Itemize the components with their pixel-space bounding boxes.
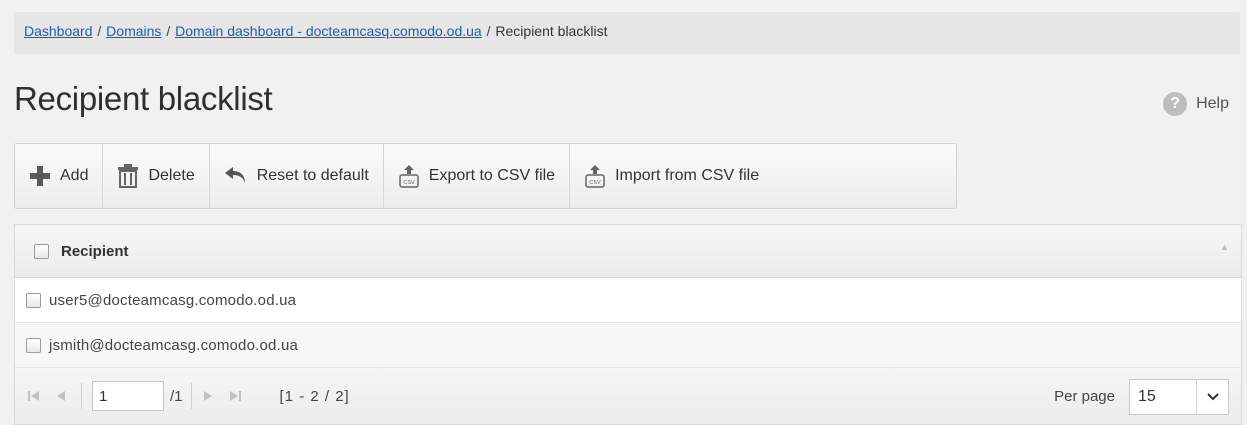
add-button[interactable]: Add: [15, 144, 104, 208]
help-label: Help: [1196, 95, 1229, 112]
row-checkbox[interactable]: [26, 292, 41, 308]
last-page-icon[interactable]: [228, 389, 242, 403]
breadcrumb-dashboard-link[interactable]: Dashboard: [24, 23, 93, 39]
table-row[interactable]: jsmith@docteamcasg.comodo.od.ua: [15, 323, 1241, 368]
page: Dashboard / Domains / Domain dashboard -…: [0, 0, 1247, 425]
csv-import-icon: CSV: [584, 164, 606, 188]
pager-divider: [190, 383, 192, 409]
breadcrumb: Dashboard / Domains / Domain dashboard -…: [14, 12, 1240, 54]
breadcrumb-domain-dashboard-link[interactable]: Domain dashboard - docteamcasq.comodo.od…: [175, 23, 482, 39]
trash-icon: [117, 164, 139, 188]
per-page-select[interactable]: 15: [1129, 379, 1229, 415]
row-checkbox[interactable]: [26, 337, 41, 353]
next-page-icon[interactable]: [202, 389, 214, 403]
plus-icon: [29, 165, 51, 187]
chevron-down-icon[interactable]: [1196, 380, 1228, 414]
breadcrumb-current: Recipient blacklist: [495, 23, 608, 39]
sort-ascending-icon[interactable]: ▲: [1220, 242, 1229, 252]
breadcrumb-separator: /: [486, 23, 491, 39]
add-label: Add: [60, 167, 89, 184]
first-page-icon[interactable]: [27, 389, 41, 403]
question-circle-icon: ?: [1163, 92, 1188, 116]
pager: /1 [1 - 2 / 2] Per page 15: [15, 368, 1241, 424]
record-range: [1 - 2 / 2]: [279, 387, 350, 405]
recipient-cell: user5@docteamcasg.comodo.od.ua: [49, 291, 297, 309]
pager-divider: [81, 383, 82, 409]
breadcrumb-domains-link[interactable]: Domains: [106, 23, 161, 39]
help-link[interactable]: ? Help: [1163, 92, 1229, 116]
grid-header: Recipient ▲: [15, 225, 1241, 278]
toolbar: Add Delete Reset to default CSV Export t…: [14, 143, 957, 209]
recipient-cell: jsmith@docteamcasg.comodo.od.ua: [49, 336, 299, 354]
table-row[interactable]: user5@docteamcasg.comodo.od.ua: [15, 278, 1241, 323]
page-number-input[interactable]: [92, 381, 164, 411]
svg-text:CSV: CSV: [589, 180, 601, 186]
total-pages: /1: [170, 387, 183, 405]
export-csv-button[interactable]: CSV Export to CSV file: [384, 144, 571, 208]
page-title: Recipient blacklist: [14, 80, 273, 117]
undo-arrow-icon: [224, 166, 248, 186]
column-header-recipient[interactable]: Recipient: [61, 243, 129, 260]
reset-label: Reset to default: [256, 167, 369, 184]
breadcrumb-separator: /: [97, 23, 102, 39]
csv-export-icon: CSV: [398, 164, 420, 188]
delete-label: Delete: [148, 167, 195, 184]
import-csv-button[interactable]: CSV Import from CSV file: [570, 144, 773, 208]
export-label: Export to CSV file: [428, 167, 556, 184]
breadcrumb-separator: /: [166, 23, 171, 39]
reset-to-default-button[interactable]: Reset to default: [210, 144, 384, 208]
previous-page-icon[interactable]: [55, 389, 67, 403]
per-page-value: 15: [1138, 388, 1156, 405]
import-label: Import from CSV file: [615, 167, 760, 184]
svg-text:CSV: CSV: [403, 180, 415, 186]
recipient-grid: Recipient ▲ user5@docteamcasg.comodo.od.…: [14, 224, 1242, 425]
select-all-checkbox[interactable]: [34, 243, 49, 259]
per-page-label: Per page: [1054, 388, 1115, 405]
delete-button[interactable]: Delete: [103, 144, 210, 208]
